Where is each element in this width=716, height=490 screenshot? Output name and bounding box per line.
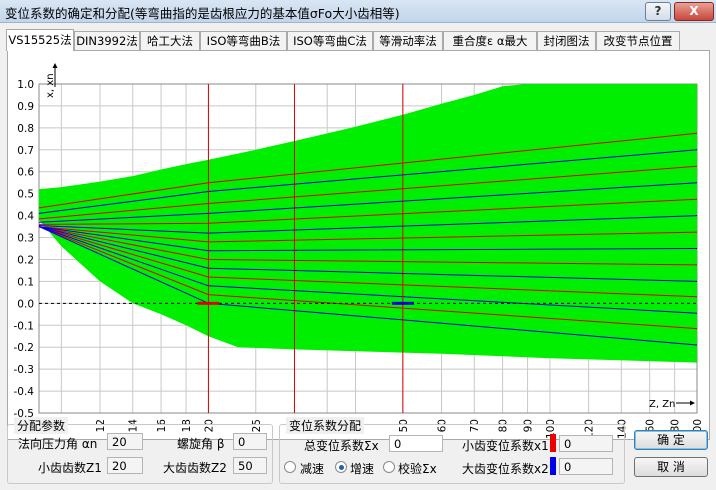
y-tick-label: 0.3 xyxy=(17,233,34,245)
total-shift-label: 总变位系数Σx xyxy=(304,439,379,453)
y-tick-label: -0.2 xyxy=(14,342,35,354)
tab-pitch-point[interactable]: 改变节点位置 xyxy=(596,31,680,50)
chart-panel: 1.0 0.9 0.8 0.7 0.6 0.5 0.4 0.3 0.2 0.1 0.0 -0.1 -0.… xyxy=(7,50,710,440)
gear-shift-point xyxy=(197,301,220,305)
z2-label: 大齿齿数Z2 xyxy=(163,461,227,475)
y-tick-label: -0.3 xyxy=(14,364,35,376)
x-axis-arrowhead xyxy=(690,400,695,406)
y-tick-label: 0.8 xyxy=(17,123,34,135)
tab-contact-ratio[interactable]: 重合度ε α最大 xyxy=(443,31,537,50)
y-tick-label: 1.0 xyxy=(17,79,34,91)
total-shift-input[interactable]: 0 xyxy=(389,435,443,452)
tab-hit[interactable]: 哈工大法 xyxy=(140,31,200,50)
z2-field[interactable]: 50 xyxy=(233,457,267,474)
y-tick-label: -0.4 xyxy=(14,386,35,398)
tab-vs15525[interactable]: VS15525法 xyxy=(6,29,74,51)
pressure-angle-label: 法向压力角 αn xyxy=(18,437,98,451)
mode-reduce-radio[interactable] xyxy=(284,461,296,473)
ok-button[interactable]: 确 定 xyxy=(634,430,708,450)
mode-check-radio[interactable] xyxy=(383,461,395,473)
x1-color-swatch xyxy=(550,434,556,452)
tab-closed-chart[interactable]: 封闭图法 xyxy=(537,31,596,50)
helix-angle-field[interactable]: 0 xyxy=(233,433,267,450)
y-tick-label: 0.0 xyxy=(17,298,34,310)
x1-field[interactable]: 0 xyxy=(559,435,613,452)
y-tick-label: 0.7 xyxy=(17,145,34,157)
mode-check-label[interactable]: 校验Σx xyxy=(398,460,437,477)
help-button[interactable]: ? xyxy=(645,2,671,21)
distribution-title: 变位系数分配 xyxy=(286,417,365,434)
y-tick-label: 0.9 xyxy=(17,101,34,113)
x1-label: 小齿变位系数x1 xyxy=(462,439,549,453)
mode-increase-radio[interactable] xyxy=(335,461,347,473)
close-button[interactable]: X xyxy=(674,2,714,21)
gear-shift-point xyxy=(391,301,414,305)
tab-iso-b[interactable]: ISO等弯曲B法 xyxy=(200,31,287,50)
helix-angle-label: 螺旋角 β xyxy=(177,437,225,451)
y-tick-label: 0.5 xyxy=(17,189,34,201)
y-axis-label: x, xn xyxy=(45,73,56,98)
x-axis-label: Z, Zn xyxy=(649,399,675,410)
title-bar: 变位系数的确定和分配(等弯曲指的是齿根应力的基本值σFo大小齿相等) ? X xyxy=(0,0,716,23)
y-tick-label: -0.1 xyxy=(14,320,35,332)
x2-field[interactable]: 0 xyxy=(559,458,613,475)
mode-increase-label[interactable]: 增速 xyxy=(350,460,374,477)
y-tick-label: 0.2 xyxy=(17,254,34,266)
chart-svg: 1.0 0.9 0.8 0.7 0.6 0.5 0.4 0.3 0.2 0.1 0.0 -0.1 -0.… xyxy=(14,63,704,439)
window-body: VS15525法 DIN3992法 哈工大法 ISO等弯曲B法 ISO等弯曲C法… xyxy=(0,23,716,490)
tab-iso-c[interactable]: ISO等弯曲C法 xyxy=(287,31,373,50)
tab-din3992[interactable]: DIN3992法 xyxy=(74,31,140,50)
y-tick-label: 0.4 xyxy=(17,211,34,223)
x2-label: 大齿变位系数x2 xyxy=(462,462,549,476)
pressure-angle-field[interactable]: 20 xyxy=(107,433,143,450)
z1-label: 小齿齿数Z1 xyxy=(38,461,102,475)
x2-color-swatch xyxy=(550,457,556,475)
tab-equal-slip[interactable]: 等滑动率法 xyxy=(373,31,443,50)
y-axis-arrowhead xyxy=(52,63,58,68)
cancel-button[interactable]: 取 消 xyxy=(634,457,708,477)
mode-reduce-label[interactable]: 减速 xyxy=(300,460,324,477)
y-tick-label: 0.1 xyxy=(17,276,34,288)
y-tick-label: 0.6 xyxy=(17,167,34,179)
z1-field[interactable]: 20 xyxy=(107,457,143,474)
distribution-group: 变位系数分配 xyxy=(279,417,625,484)
window-title: 变位系数的确定和分配(等弯曲指的是齿根应力的基本值σFo大小齿相等) xyxy=(5,6,400,21)
assign-params-title: 分配参数 xyxy=(14,417,69,434)
